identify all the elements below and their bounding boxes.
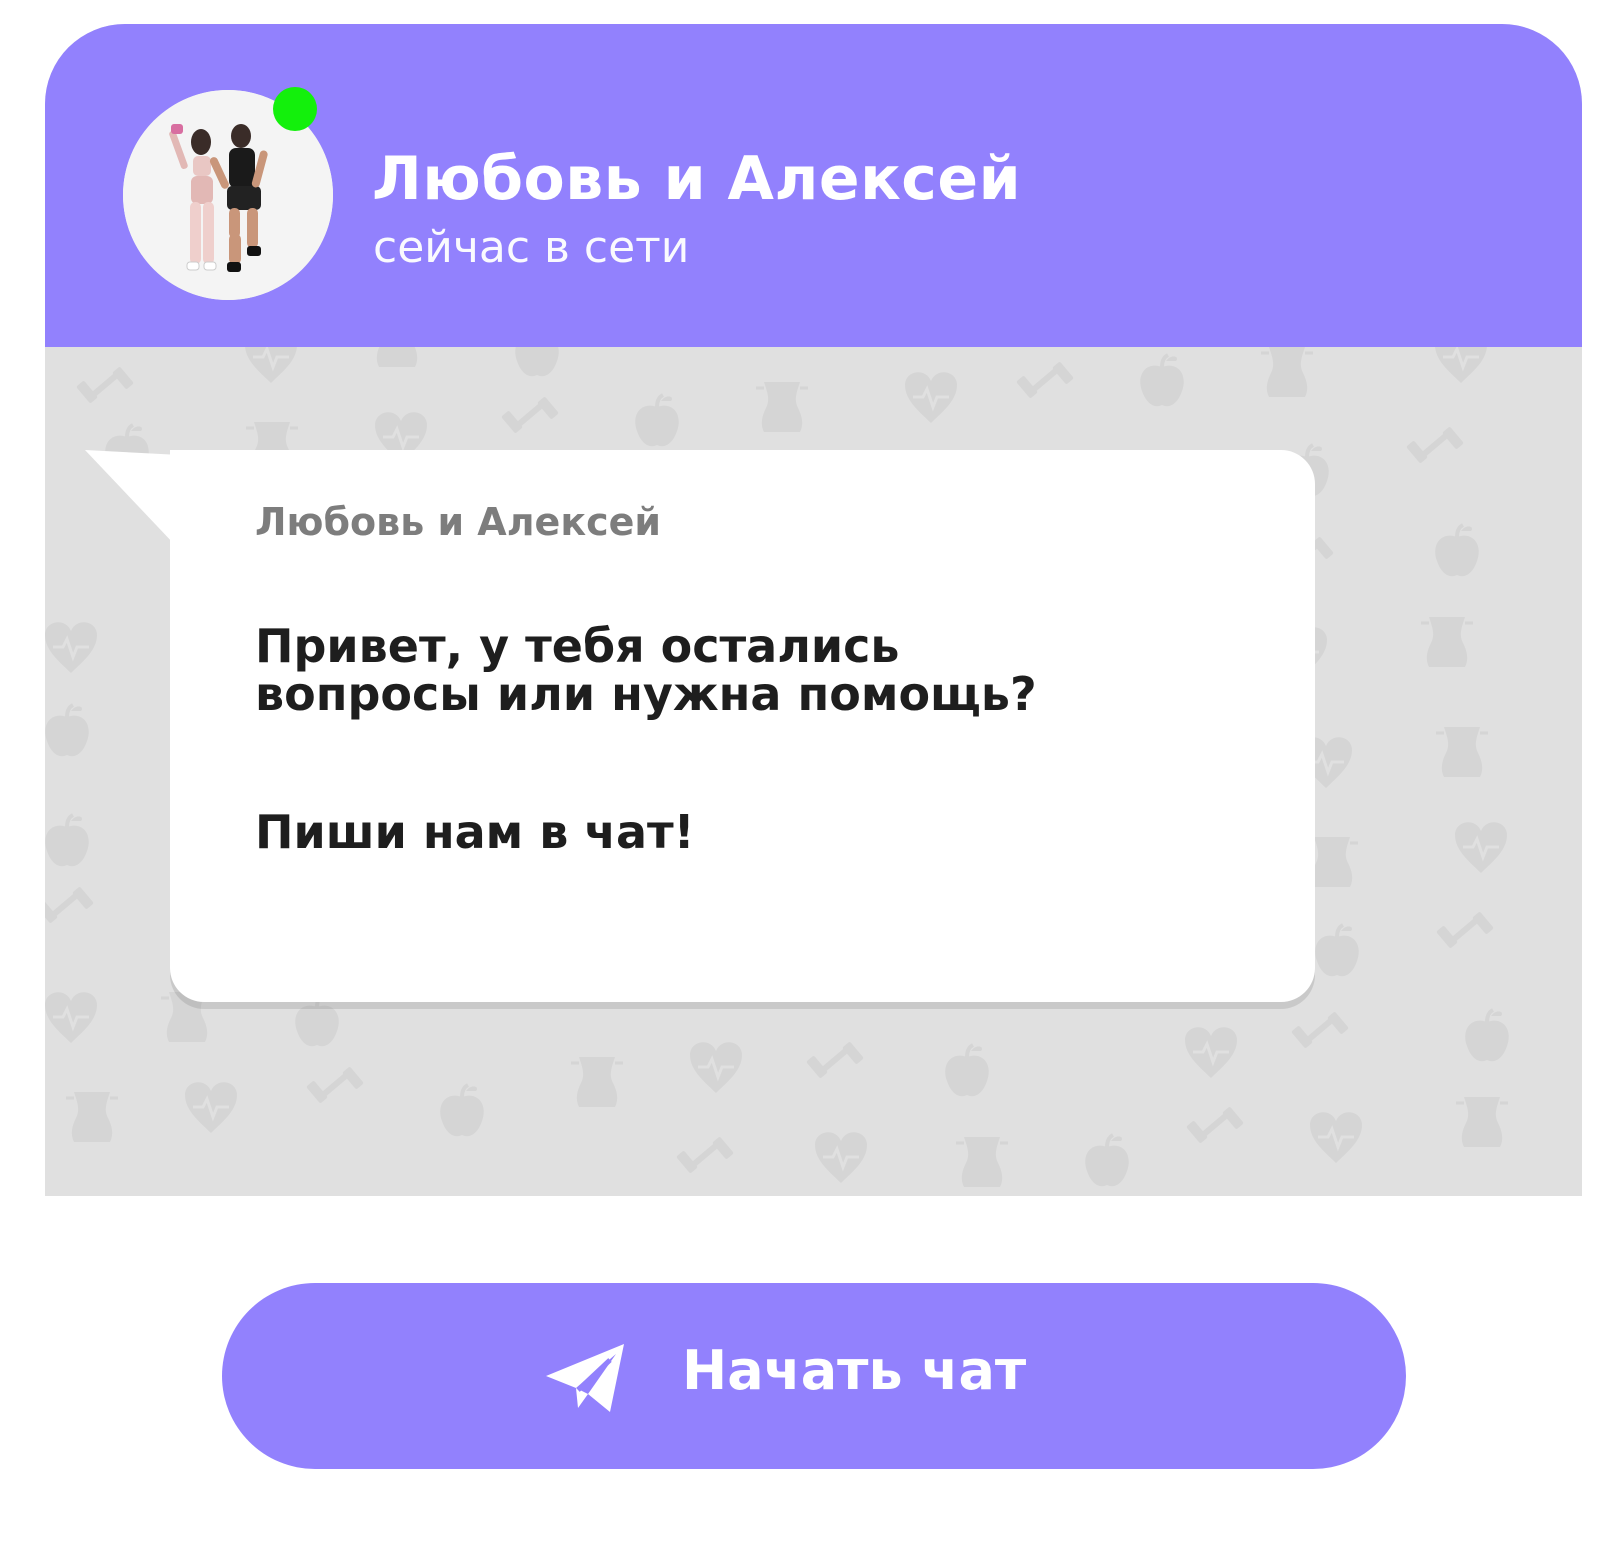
online-status-dot (273, 87, 317, 131)
message-sender: Любовь и Алексей (255, 500, 662, 544)
start-chat-label: Начать чат (682, 1339, 1027, 1402)
chat-window: Любовь и Алексей сейчас в сети Любовь и … (45, 24, 1582, 1196)
message-bubble: Любовь и Алексей Привет, у тебя остались… (85, 450, 1315, 1010)
chat-header: Любовь и Алексей сейчас в сети (45, 24, 1582, 347)
message-cta: Пиши нам в чат! (255, 805, 695, 859)
message-text: Привет, у тебя остались вопросы или нужн… (255, 619, 1037, 721)
contact-name: Любовь и Алексей (372, 144, 1022, 214)
paper-plane-icon (546, 1344, 624, 1412)
start-chat-button[interactable]: Начать чат (222, 1283, 1406, 1469)
contact-status: сейчас в сети (373, 222, 690, 273)
message-bubble-body: Любовь и Алексей Привет, у тебя остались… (170, 450, 1315, 1002)
